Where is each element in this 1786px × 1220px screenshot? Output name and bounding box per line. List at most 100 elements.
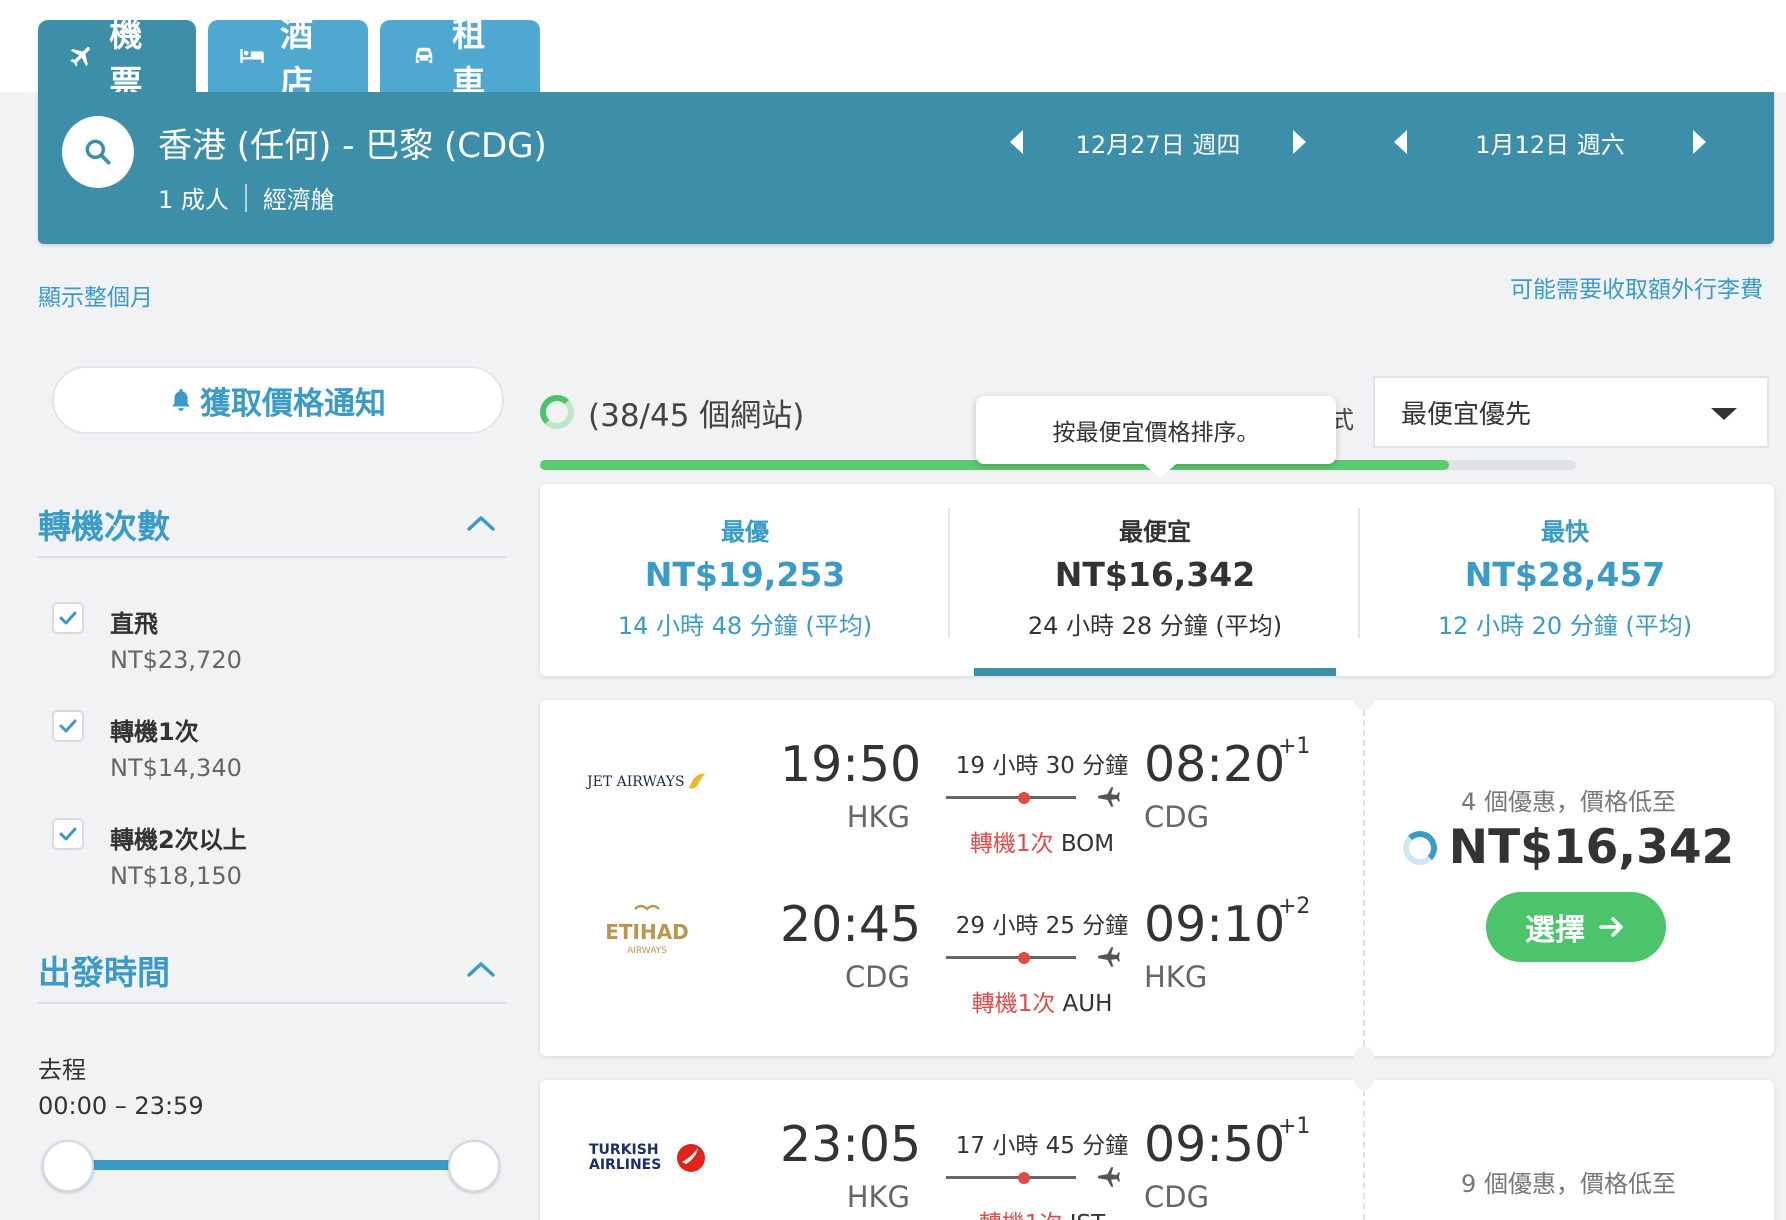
layover-dot	[1018, 1172, 1030, 1184]
result-card[interactable]: JET AIRWAYS 19:50 HKG 19 小時 30 分鐘 轉機1次 B…	[540, 700, 1774, 1056]
arrival-time: 09:50	[1144, 1116, 1286, 1173]
summary-best-price: NT$19,253	[644, 555, 846, 594]
tab-cars[interactable]: 租車	[380, 15, 540, 102]
return-date[interactable]: 1月12日 週六	[1407, 125, 1693, 160]
summary-tab-fastest[interactable]: 最快 NT$28,457 12 小時 20 分鐘 (平均)	[1360, 484, 1770, 676]
select-flight-button[interactable]: 選擇	[1486, 892, 1666, 962]
plane-icon	[70, 47, 90, 67]
airline-logo-text: TURKISH	[589, 1142, 659, 1158]
card-notch	[1354, 1070, 1374, 1090]
route-title[interactable]: 香港 (任何) - 巴黎 (CDG)	[158, 118, 547, 167]
depart-date[interactable]: 12月27日 週四	[1023, 125, 1293, 160]
route-line	[946, 796, 1076, 799]
select-button-label: 選擇	[1525, 913, 1585, 948]
arrival-airport: CDG	[1144, 800, 1210, 834]
outbound-slider-max-handle[interactable]	[448, 1140, 500, 1192]
return-next-day-icon[interactable]	[1693, 130, 1706, 154]
summary-fastest-price: NT$28,457	[1464, 555, 1666, 594]
sort-tooltip: 按最便宜價格排序。	[976, 396, 1336, 478]
summary-cheapest-duration: 24 小時 28 分鐘 (平均)	[1027, 612, 1283, 640]
outbound-time-slider-track[interactable]	[68, 1160, 474, 1170]
return-prev-day-icon[interactable]	[1394, 130, 1407, 154]
arrival-airport: CDG	[1144, 1180, 1210, 1214]
etihad-logo: ETIHAD AIRWAYS	[582, 900, 712, 960]
tab-flights[interactable]: 機票	[38, 15, 196, 102]
departure-time: 20:45	[780, 896, 922, 953]
sort-selected-value: 最便宜優先	[1401, 399, 1532, 430]
stop-filter-2plus-label[interactable]: 轉機2次以上	[110, 820, 247, 855]
departure-airport: CDG	[844, 960, 910, 994]
airline-logo-text: JET AIRWAYS	[585, 774, 685, 790]
stop-count: 轉機1次	[971, 991, 1056, 1017]
card-dashed-divider	[1363, 1080, 1365, 1220]
departure-airport: HKG	[846, 1180, 910, 1214]
summary-cheapest-price: NT$16,342	[1054, 555, 1256, 594]
checkmark-icon	[59, 611, 77, 625]
summary-best-label: 最優	[721, 518, 769, 546]
arrow-right-icon	[1599, 917, 1623, 937]
flight-duration: 29 小時 25 分鐘	[955, 913, 1129, 939]
layover-airport: IST	[1070, 1211, 1105, 1220]
summary-cheapest-label: 最便宜	[1119, 518, 1191, 546]
outbound-time-range: 00:00 – 23:59	[38, 1092, 204, 1120]
stop-filter-2plus-checkbox[interactable]	[52, 818, 84, 850]
time-collapse-chevron-up-icon[interactable]	[466, 960, 496, 978]
stop-count: 轉機1次	[979, 1211, 1063, 1220]
arrival-time: 09:10	[1144, 896, 1286, 953]
stops-section-title: 轉機次數	[38, 507, 170, 546]
passenger-count[interactable]: 1 成人	[158, 180, 229, 215]
cabin-class[interactable]: 經濟艙	[263, 180, 335, 215]
depart-prev-day-icon[interactable]	[1010, 130, 1023, 154]
offer-count: 4 個優惠，價格低至	[1461, 788, 1676, 816]
stop-filter-1stop-label[interactable]: 轉機1次	[110, 712, 199, 747]
active-tab-underline	[974, 668, 1336, 676]
turkish-airlines-logo: TURKISH AIRLINES	[582, 1126, 712, 1186]
best-price: NT$16,342	[1363, 820, 1774, 875]
result-card[interactable]: TURKISH AIRLINES 23:05 HKG 17 小時 45 分鐘 轉…	[540, 1080, 1774, 1220]
price-alert-button[interactable]: 獲取價格通知	[52, 366, 504, 434]
time-divider	[38, 1002, 506, 1004]
stops-collapse-chevron-up-icon[interactable]	[466, 514, 496, 532]
summary-tab-cheapest[interactable]: 最便宜 NT$16,342 24 小時 28 分鐘 (平均)	[950, 484, 1360, 676]
departure-time: 19:50	[780, 736, 922, 793]
flight-leg-outbound: TURKISH AIRLINES 23:05 HKG 17 小時 45 分鐘 轉…	[540, 1080, 1363, 1220]
car-icon	[415, 47, 433, 64]
tab-cars-label: 租車	[452, 15, 486, 102]
depart-next-day-icon[interactable]	[1293, 130, 1306, 154]
baggage-fee-link[interactable]: 可能需要收取額外行李費	[1510, 270, 1763, 304]
sort-tooltip-text: 按最便宜價格排序。	[1052, 420, 1260, 446]
flight-leg-return: ETIHAD AIRWAYS 20:45 CDG 29 小時 25 分鐘 轉機1…	[540, 860, 1363, 1017]
route-line	[946, 956, 1076, 959]
offer-count: 9 個優惠，價格低至	[1461, 1170, 1676, 1198]
outbound-slider-min-handle[interactable]	[42, 1140, 94, 1192]
stop-filter-nonstop-label[interactable]: 直飛	[110, 604, 158, 639]
sort-dropdown[interactable]: 最便宜優先	[1373, 376, 1769, 448]
show-month-link[interactable]: 顯示整個月	[38, 278, 153, 312]
price-alert-label: 獲取價格通知	[200, 385, 386, 422]
trip-meta: 1 成人 經濟艙	[158, 180, 335, 215]
stop-filter-1stop-checkbox[interactable]	[52, 710, 84, 742]
edit-search-button[interactable]	[62, 116, 134, 188]
arrival-day-offset: +1	[1278, 734, 1311, 759]
caret-down-icon	[1711, 408, 1737, 420]
loading-spinner-icon	[540, 395, 574, 429]
route-line	[946, 1176, 1076, 1179]
summary-fastest-label: 最快	[1541, 518, 1589, 546]
card-notch	[1354, 690, 1374, 710]
checkmark-icon	[59, 827, 77, 841]
departure-time: 23:05	[780, 1116, 922, 1173]
stop-filter-nonstop-price: NT$23,720	[110, 646, 242, 674]
airline-logo-subtext: AIRWAYS	[627, 946, 667, 956]
layover-dot	[1018, 952, 1030, 964]
summary-tab-best[interactable]: 最優 NT$19,253 14 小時 48 分鐘 (平均)	[540, 484, 950, 676]
departure-time-section-title: 出發時間	[38, 953, 170, 992]
tab-hotels[interactable]: 酒店	[208, 15, 368, 102]
arrival-time: 08:20	[1144, 736, 1286, 793]
stop-filter-nonstop-checkbox[interactable]	[52, 602, 84, 634]
plane-icon	[1098, 787, 1120, 807]
arrival-airport: HKG	[1144, 960, 1208, 994]
departure-airport: HKG	[846, 800, 910, 834]
airline-logo-text: ETIHAD	[605, 920, 689, 944]
plane-icon	[1098, 947, 1120, 967]
tab-hotels-label: 酒店	[280, 15, 314, 102]
